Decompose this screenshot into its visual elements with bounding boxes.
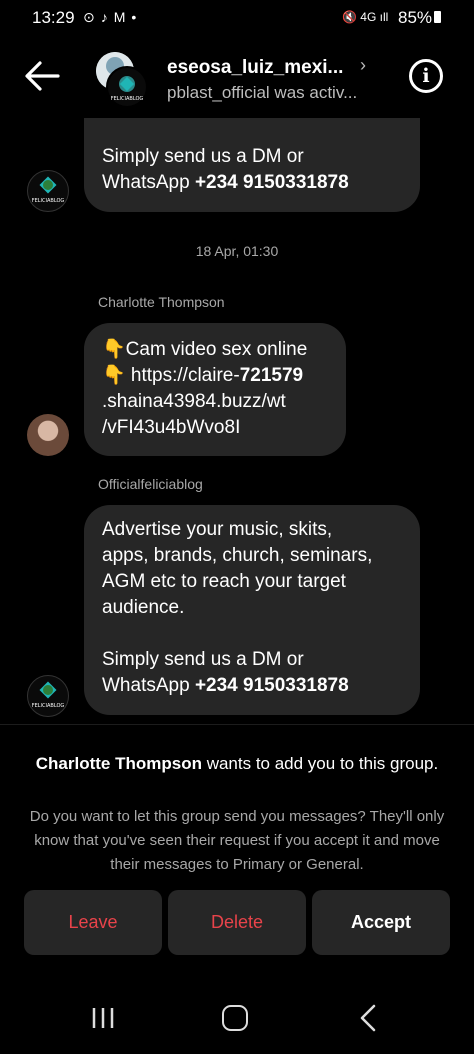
home-icon[interactable] xyxy=(222,1005,248,1031)
sender-avatar[interactable]: FELICIABLOG xyxy=(27,170,69,212)
message-text: WhatsApp xyxy=(102,675,195,696)
date-divider: 18 Apr, 01:30 xyxy=(195,243,279,259)
link-bold: 721579 xyxy=(239,365,304,386)
request-title-text: wants to add you to this group. xyxy=(201,754,439,773)
avatar-secondary: FELICIABLOG xyxy=(106,66,148,108)
sender-name: Officialfeliciablog xyxy=(98,476,203,492)
request-description: Do you want to let this group send you m… xyxy=(29,808,445,873)
logo-text: FELICIABLOG xyxy=(32,703,65,709)
leave-button[interactable]: Leave xyxy=(24,890,162,955)
nav-back-icon[interactable] xyxy=(358,1004,378,1032)
message-line: Simply send us a DM or xyxy=(102,649,304,670)
notification-icons: ⊙♪M• xyxy=(83,9,143,25)
message-text: 👇 https://claire- xyxy=(102,365,240,386)
status-time: 13:29 xyxy=(32,8,75,27)
signal-icons: 🔇 4G ıll xyxy=(342,10,389,24)
battery-icon xyxy=(434,11,441,23)
logo-text: FELICIABLOG xyxy=(32,198,65,204)
chat-title[interactable]: eseosa_luiz_mexi... xyxy=(167,57,343,79)
back-arrow-icon[interactable] xyxy=(22,58,62,94)
battery-percent: 85% xyxy=(398,8,433,27)
sender-avatar[interactable]: FELICIABLOG xyxy=(27,675,69,717)
network-type: 4G xyxy=(360,10,377,24)
request-title: Charlotte Thompson wants to add you to t… xyxy=(30,750,444,777)
delete-button[interactable]: Delete xyxy=(168,890,306,955)
accept-button[interactable]: Accept xyxy=(312,890,450,955)
recent-apps-icon[interactable] xyxy=(91,1007,115,1029)
logo-text: FELICIABLOG xyxy=(111,96,144,102)
sender-name: Charlotte Thompson xyxy=(98,294,225,310)
chevron-right-icon[interactable]: › xyxy=(360,55,366,76)
sender-avatar[interactable] xyxy=(27,414,69,456)
message-line: .shaina43984.buzz/wt xyxy=(102,391,286,412)
message-line: AGM etc to reach your target xyxy=(102,571,346,592)
phone-number: +234 9150331878 xyxy=(194,172,349,193)
message-bubble[interactable]: Simply send us a DM or WhatsApp +234 915… xyxy=(84,118,420,212)
info-icon[interactable]: i xyxy=(409,59,443,93)
message-bubble[interactable]: 👇Cam video sex online 👇 https://claire-7… xyxy=(84,323,346,456)
requester-name: Charlotte Thompson xyxy=(35,754,202,773)
message-line: Simply send us a DM or xyxy=(102,146,304,167)
message-bubble[interactable]: Advertise your music, skits, apps, brand… xyxy=(84,505,420,715)
message-text: WhatsApp xyxy=(102,172,195,193)
message-line: /vFI43u4bWvo8I xyxy=(102,417,241,438)
group-avatar[interactable]: FELICIABLOG xyxy=(92,50,148,108)
message-line: apps, brands, church, seminars, xyxy=(102,545,373,566)
message-line: audience. xyxy=(102,597,185,618)
phone-number: +234 9150331878 xyxy=(194,675,349,696)
chat-subtitle: pblast_official was activ... xyxy=(167,83,358,102)
status-bar: 13:29 ⊙♪M• 🔇 4G ıll 85% xyxy=(0,0,474,36)
message-line: 👇Cam video sex online xyxy=(102,339,308,360)
message-line: Advertise your music, skits, xyxy=(102,519,333,540)
